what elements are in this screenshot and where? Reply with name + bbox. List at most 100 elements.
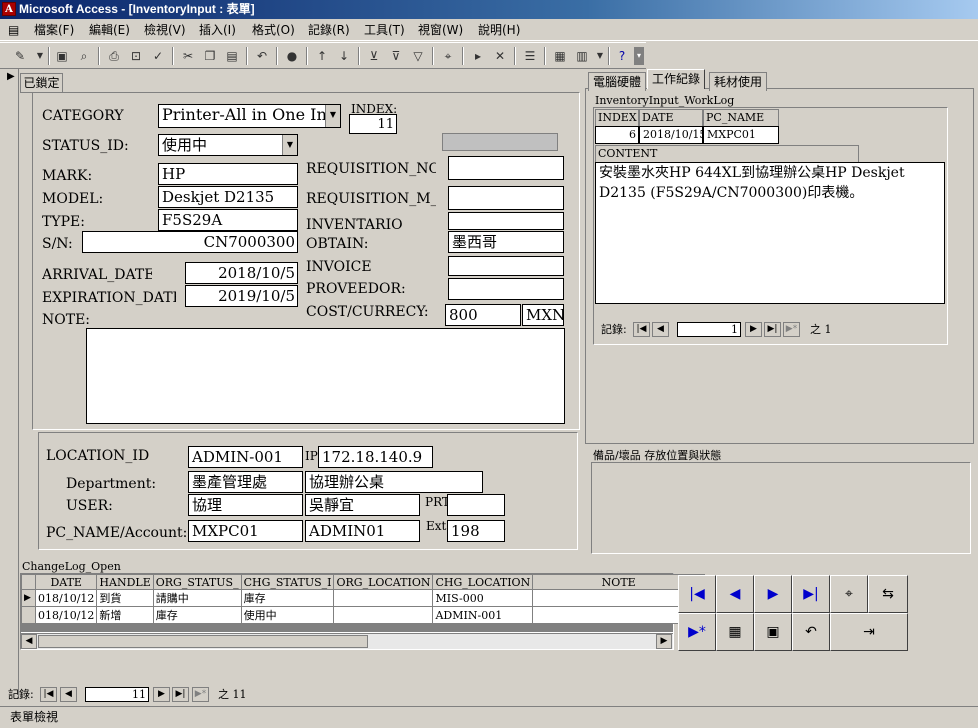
record-selector[interactable]: ▶ [3,69,19,699]
spell-check-icon[interactable]: ✓ [148,47,168,65]
table-row[interactable]: 018/10/12 新增 庫存 使用中 ADMIN-001 [21,606,706,624]
add-new-button[interactable]: ▦ [716,613,754,651]
replace-button[interactable]: ⇆ [868,575,908,613]
tab-worklog[interactable]: 工作紀錄 [647,69,706,89]
chevron-down-icon[interactable]: ▼ [282,135,297,155]
table-cell[interactable]: MIS-000 [432,589,534,607]
department-field[interactable]: 墨產管理處 [188,471,303,493]
currency-field[interactable]: MXN [522,304,564,326]
scroll-right-icon[interactable]: ▶ [656,634,672,649]
obtain-field[interactable]: 墨西哥 [448,231,564,253]
main-record-number[interactable]: 11 [85,687,149,702]
last-record-button[interactable]: ▶| [792,575,830,613]
add-record-button[interactable]: ▶* [678,613,716,651]
expiration-field[interactable]: 2019/10/5 [185,285,298,307]
table-cell[interactable]: 請購中 [152,589,242,607]
previous-record-icon[interactable]: ◀ [652,322,669,337]
cost-field[interactable]: 800 [445,304,521,326]
first-record-icon[interactable]: |◀ [40,687,57,702]
row-selector[interactable] [21,606,36,624]
proveedor-field[interactable] [448,278,564,300]
worklog-date-field[interactable]: 2018/10/15 [639,126,703,144]
menu-records[interactable]: 記錄(R) [304,22,354,38]
pcname-field[interactable]: MXPC01 [188,520,303,542]
table-row[interactable]: ▶ 018/10/12 到貨 請購中 庫存 MIS-000 [21,589,706,607]
table-cell[interactable]: ADMIN-001 [432,606,534,624]
first-record-icon[interactable]: |◀ [633,322,650,337]
paste-icon[interactable]: ▤ [222,47,242,65]
save-record-button[interactable]: ▣ [754,613,792,651]
database-window-icon[interactable]: ▦ [550,47,570,65]
model-field[interactable]: Deskjet D2135 [158,186,298,208]
new-object-icon[interactable]: ▥ [572,47,592,65]
ext-field[interactable]: 198 [447,520,505,542]
arrival-field[interactable]: 2018/10/5 [185,262,298,284]
help-icon[interactable]: ? [612,47,632,65]
hyperlink-icon[interactable]: ● [282,47,302,65]
invoice-field[interactable] [448,256,564,276]
last-record-icon[interactable]: ▶| [172,687,189,702]
prt-field[interactable] [447,494,505,516]
chevron-down-icon[interactable]: ▼ [325,105,340,127]
copy-icon[interactable]: ❐ [200,47,220,65]
table-cell[interactable]: 庫存 [240,589,335,607]
sort-descending-icon[interactable]: ↓ [334,47,354,65]
delete-record-icon[interactable]: ✕ [490,47,510,65]
undo-record-button[interactable]: ↶ [792,613,830,651]
requisition-no-field[interactable] [448,156,564,180]
chevron-down-icon[interactable]: ▼ [30,47,50,65]
note-field[interactable] [86,328,565,424]
worklog-content-field[interactable]: 安裝墨水夾HP 644XL到協理辦公桌HP Deskjet D2135 (F5S… [595,162,945,304]
sort-ascending-icon[interactable]: ↑ [312,47,332,65]
tab-hardware[interactable]: 電腦硬體 [588,72,647,91]
requisition-m-field[interactable] [448,186,564,210]
toolbar-options-icon[interactable]: ▾ [634,47,644,65]
worklog-record-number[interactable]: 1 [677,322,741,337]
new-record-icon[interactable]: ▸ [468,47,488,65]
cut-icon[interactable]: ✂ [178,47,198,65]
next-record-button[interactable]: ▶ [754,575,792,613]
next-record-icon[interactable]: ▶ [153,687,170,702]
table-cell[interactable]: 018/10/12 [34,589,98,607]
apply-filter-icon[interactable]: ▽ [408,47,428,65]
worklog-pcname-field[interactable]: MXPC01 [703,126,779,144]
next-record-icon[interactable]: ▶ [745,322,762,337]
account-field[interactable]: ADMIN01 [305,520,420,542]
index-field[interactable]: 11 [349,114,397,134]
ip-field[interactable]: 172.18.140.9 [318,446,433,468]
menu-window[interactable]: 視窗(W) [414,22,467,38]
user-field-2[interactable]: 吳靜宜 [305,494,420,516]
menu-tools[interactable]: 工具(T) [360,22,409,38]
mark-field[interactable]: HP [158,163,298,185]
worklog-index-field[interactable]: 6 [595,126,639,144]
print-preview-icon[interactable]: ⊡ [126,47,146,65]
department-field-2[interactable]: 協理辦公桌 [305,471,483,493]
tab-consumables[interactable]: 耗材使用 [709,72,768,91]
type-field[interactable]: F5S29A [158,209,298,231]
table-cell[interactable]: 新增 [96,606,154,624]
first-record-button[interactable]: |◀ [678,575,716,613]
last-record-icon[interactable]: ▶| [764,322,781,337]
table-cell[interactable]: 到貨 [96,589,154,607]
save-icon[interactable]: ▣ [52,47,72,65]
find-button[interactable]: ⌖ [830,575,868,613]
scroll-left-icon[interactable]: ◀ [21,634,37,649]
print-icon[interactable]: ⎙ [104,47,124,65]
form-icon[interactable]: ▤ [4,22,23,38]
menu-insert[interactable]: 插入(I) [195,22,240,38]
filter-form-icon[interactable]: ⊽ [386,47,406,65]
lock-button[interactable]: 已鎖定 [20,73,63,93]
view-icon[interactable]: ✎ [10,47,30,65]
table-cell[interactable] [333,606,434,624]
previous-record-button[interactable]: ◀ [716,575,754,613]
menu-file[interactable]: 檔案(F) [30,22,78,38]
menu-format[interactable]: 格式(O) [248,22,299,38]
inventario-field[interactable] [448,212,564,230]
new-record-icon[interactable]: ▶* [192,687,209,702]
menu-help[interactable]: 說明(H) [474,22,524,38]
horizontal-scrollbar[interactable]: ◀ ▶ [21,633,673,649]
category-select[interactable]: Printer-All in One Ink ▼ [158,104,341,128]
menu-edit[interactable]: 編輯(E) [85,22,134,38]
user-field[interactable]: 協理 [188,494,303,516]
filter-selection-icon[interactable]: ⊻ [364,47,384,65]
